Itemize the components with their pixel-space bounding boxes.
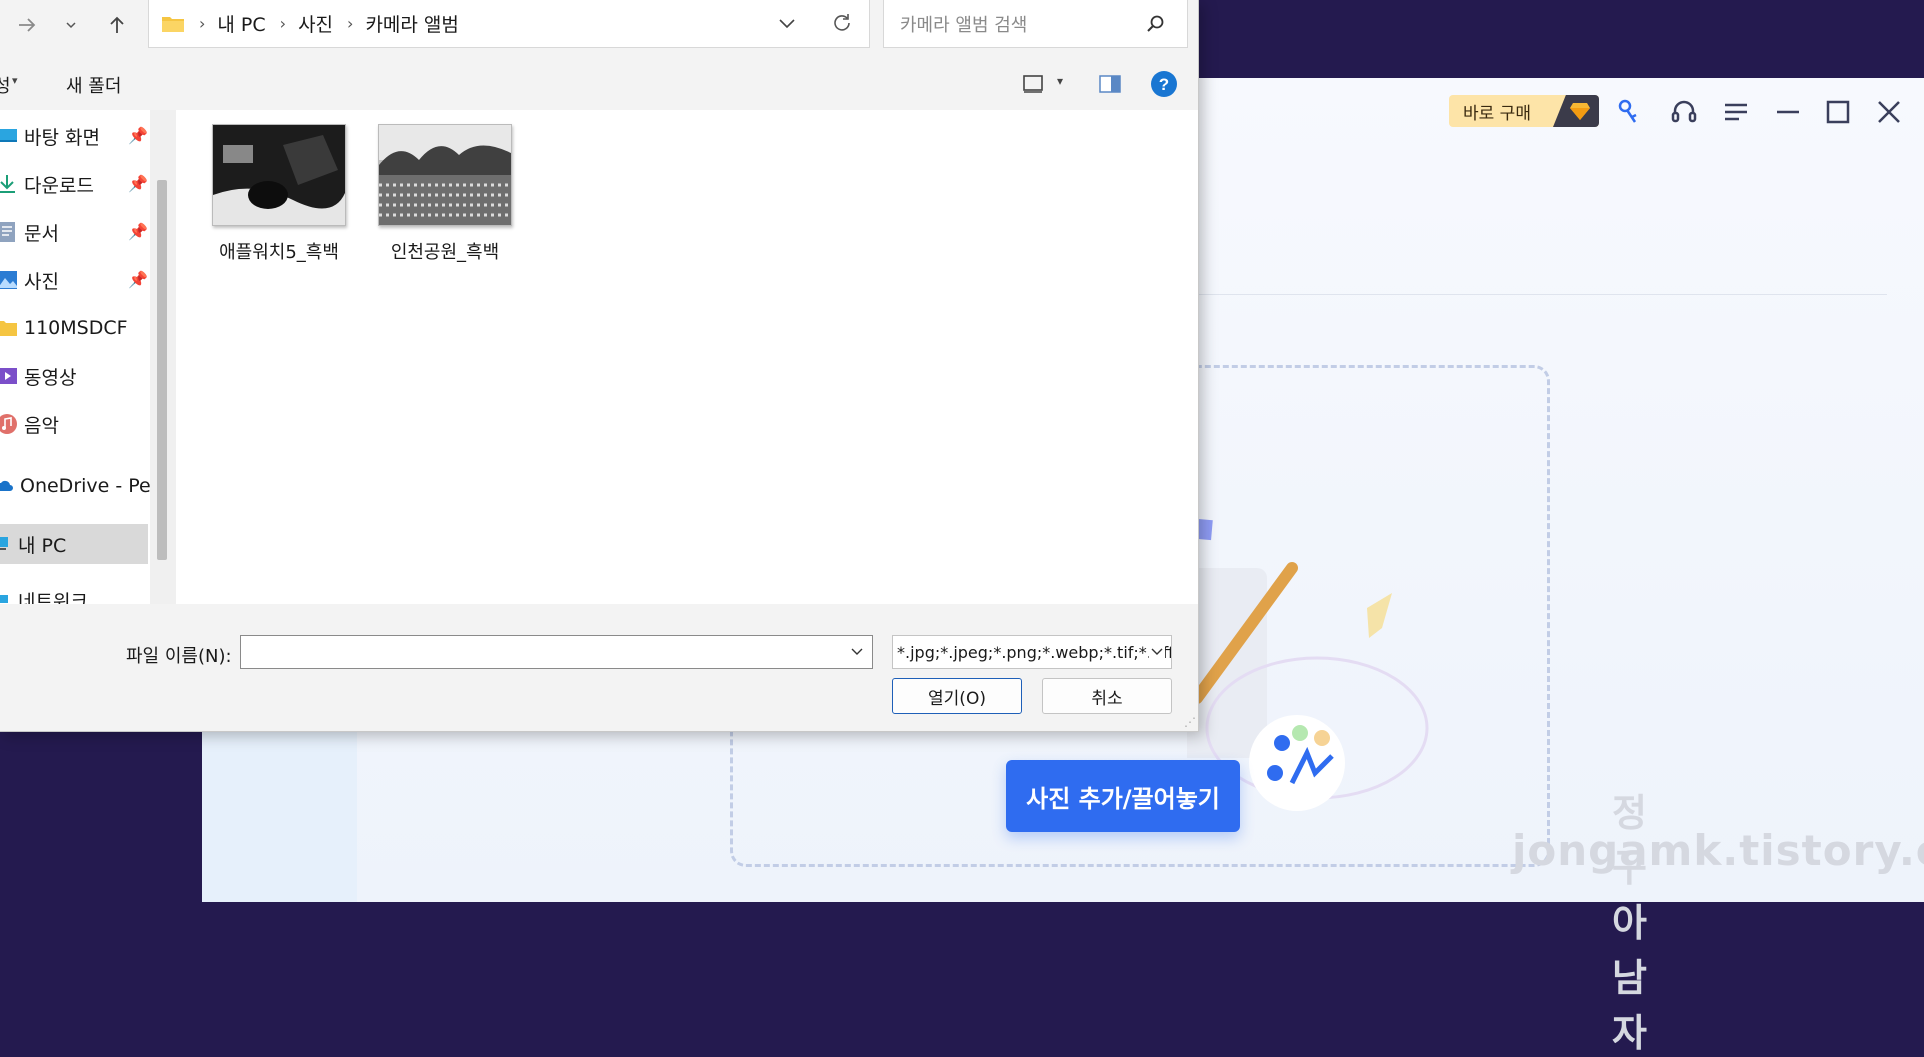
breadcrumb-separator: › (199, 14, 206, 33)
help-icon[interactable]: ? (1150, 70, 1178, 98)
search-input[interactable] (898, 12, 1142, 38)
file-name: 애플워치5_흑백 (219, 242, 339, 263)
buy-now-label: 바로 구매 (1463, 103, 1531, 124)
file-thumbnail (378, 124, 512, 226)
nav-item-label: OneDrive - Perso (20, 475, 150, 497)
organize-chevron-icon[interactable]: ▾ (12, 74, 18, 87)
desktop-icon (0, 129, 17, 142)
pin-icon: 📌 (128, 222, 148, 241)
chevron-down-icon[interactable] (850, 646, 864, 658)
open-button[interactable]: 열기(O) (892, 678, 1022, 714)
resize-grip-icon[interactable]: ⋰ (1184, 715, 1196, 729)
nav-item-music[interactable]: 음악 (0, 404, 148, 444)
filename-input[interactable] (240, 635, 873, 669)
file-item[interactable]: 인천공원_흑백 (370, 124, 520, 264)
nav-item-label: 다운로드 (24, 174, 94, 197)
file-open-dialog: › 내 PC › 사진 › 카메라 앨범 성 ▾ 새 폴더 ▾ ? 바탕 화면 … (0, 0, 1199, 732)
recent-chevron-icon[interactable] (56, 10, 86, 40)
pin-icon: 📌 (128, 174, 148, 193)
organize-menu-cut[interactable]: 성 (0, 72, 11, 98)
breadcrumb-separator: › (347, 14, 354, 33)
nav-scrollbar[interactable] (150, 110, 176, 604)
view-options-icon[interactable] (1022, 74, 1044, 94)
navigation-row: › 내 PC › 사진 › 카메라 앨범 (0, 0, 1198, 50)
address-dropdown-icon[interactable] (777, 15, 797, 33)
buy-now-button[interactable]: 바로 구매 (1449, 95, 1599, 127)
breadcrumb-camera-album[interactable]: 카메라 앨범 (365, 10, 458, 37)
diamond-icon (1553, 95, 1599, 127)
file-thumbnail (212, 124, 346, 226)
nav-item-label: 동영상 (24, 366, 77, 389)
music-icon (0, 414, 17, 434)
headset-icon[interactable] (1670, 98, 1698, 126)
address-bar[interactable]: › 내 PC › 사진 › 카메라 앨범 (148, 0, 870, 48)
watermark-line1: 정구아 남자 (1612, 791, 1648, 1055)
breadcrumb-my-pc[interactable]: 내 PC (217, 10, 265, 37)
nav-item-label: 문서 (24, 222, 59, 245)
folder-icon (0, 321, 17, 336)
preview-pane-icon[interactable] (1098, 74, 1122, 94)
nav-item-videos[interactable]: 동영상 (0, 356, 148, 396)
file-list: 애플워치5_흑백 인천공원_흑백 (176, 110, 1198, 604)
search-icon[interactable] (1146, 14, 1166, 34)
pc-icon (0, 537, 8, 550)
nav-item-my-pc[interactable]: 내 PC (0, 524, 148, 564)
add-photo-button[interactable]: 사진 추가/끌어놓기 (1006, 760, 1240, 832)
document-icon (0, 222, 15, 242)
pin-icon: 📌 (128, 270, 148, 289)
chevron-down-icon[interactable] (1149, 646, 1165, 658)
dialog-footer: 파일 이름(N): *.jpg;*.jpeg;*.png;*.webp;*.ti… (0, 604, 1198, 731)
scrollbar-thumb[interactable] (157, 180, 167, 560)
pictures-icon (0, 271, 17, 289)
search-box[interactable] (883, 0, 1188, 48)
cloud-icon (0, 480, 13, 491)
file-type-select[interactable]: *.jpg;*.jpeg;*.png;*.webp;*.tif;*.tiff (892, 635, 1172, 669)
breadcrumb-separator: › (279, 14, 287, 33)
nav-item-label: 110MSDCF (24, 317, 128, 339)
folder-icon (162, 16, 184, 32)
nav-item-label: 바탕 화면 (24, 126, 100, 149)
navigation-pane: 바탕 화면 📌 다운로드 📌 문서 📌 사진 📌 110MSDCF 동영상 음악… (0, 110, 150, 604)
maximize-icon[interactable] (1824, 98, 1852, 126)
close-icon[interactable] (1875, 98, 1903, 126)
nav-item-desktop[interactable]: 바탕 화면 📌 (0, 116, 148, 156)
file-name: 인천공원_흑백 (390, 242, 500, 263)
key-icon[interactable] (1615, 98, 1643, 126)
download-icon (0, 175, 15, 193)
nav-item-110msdcf[interactable]: 110MSDCF (0, 308, 148, 348)
nav-item-documents[interactable]: 문서 📌 (0, 212, 148, 252)
minimize-icon[interactable] (1774, 98, 1802, 126)
pin-icon: 📌 (128, 126, 148, 145)
palette-brush-illustration (1187, 515, 1429, 811)
nav-item-network[interactable]: 네트워크 (0, 580, 148, 604)
nav-item-label: 음악 (24, 414, 59, 437)
nav-item-label: 네트워크 (18, 590, 88, 605)
nav-item-label: 내 PC (18, 534, 67, 557)
nav-item-downloads[interactable]: 다운로드 📌 (0, 164, 148, 204)
filename-label: 파일 이름(N): (126, 646, 232, 667)
file-type-value: *.jpg;*.jpeg;*.png;*.webp;*.tif;*.tiff (897, 643, 1172, 662)
up-arrow-icon[interactable] (102, 10, 132, 40)
view-chevron-icon[interactable]: ▾ (1057, 74, 1063, 88)
toolbar: 성 ▾ 새 폴더 ▾ ? (0, 62, 1198, 108)
forward-icon[interactable] (12, 10, 42, 40)
menu-icon[interactable] (1722, 98, 1750, 126)
network-icon (0, 595, 8, 603)
nav-item-label: 사진 (24, 270, 59, 293)
nav-item-onedrive[interactable]: OneDrive - Perso (0, 466, 150, 506)
file-item[interactable]: 애플워치5_흑백 (204, 124, 354, 264)
video-icon (0, 368, 17, 384)
svg-text:?: ? (1159, 75, 1169, 94)
new-folder-button[interactable]: 새 폴더 (66, 72, 121, 98)
nav-item-pictures[interactable]: 사진 📌 (0, 260, 148, 300)
watermark-line2: jongamk.tistory.com (1512, 826, 1924, 875)
cancel-button[interactable]: 취소 (1042, 678, 1172, 714)
breadcrumb-pictures[interactable]: 사진 (298, 10, 333, 37)
refresh-icon[interactable] (831, 12, 853, 34)
